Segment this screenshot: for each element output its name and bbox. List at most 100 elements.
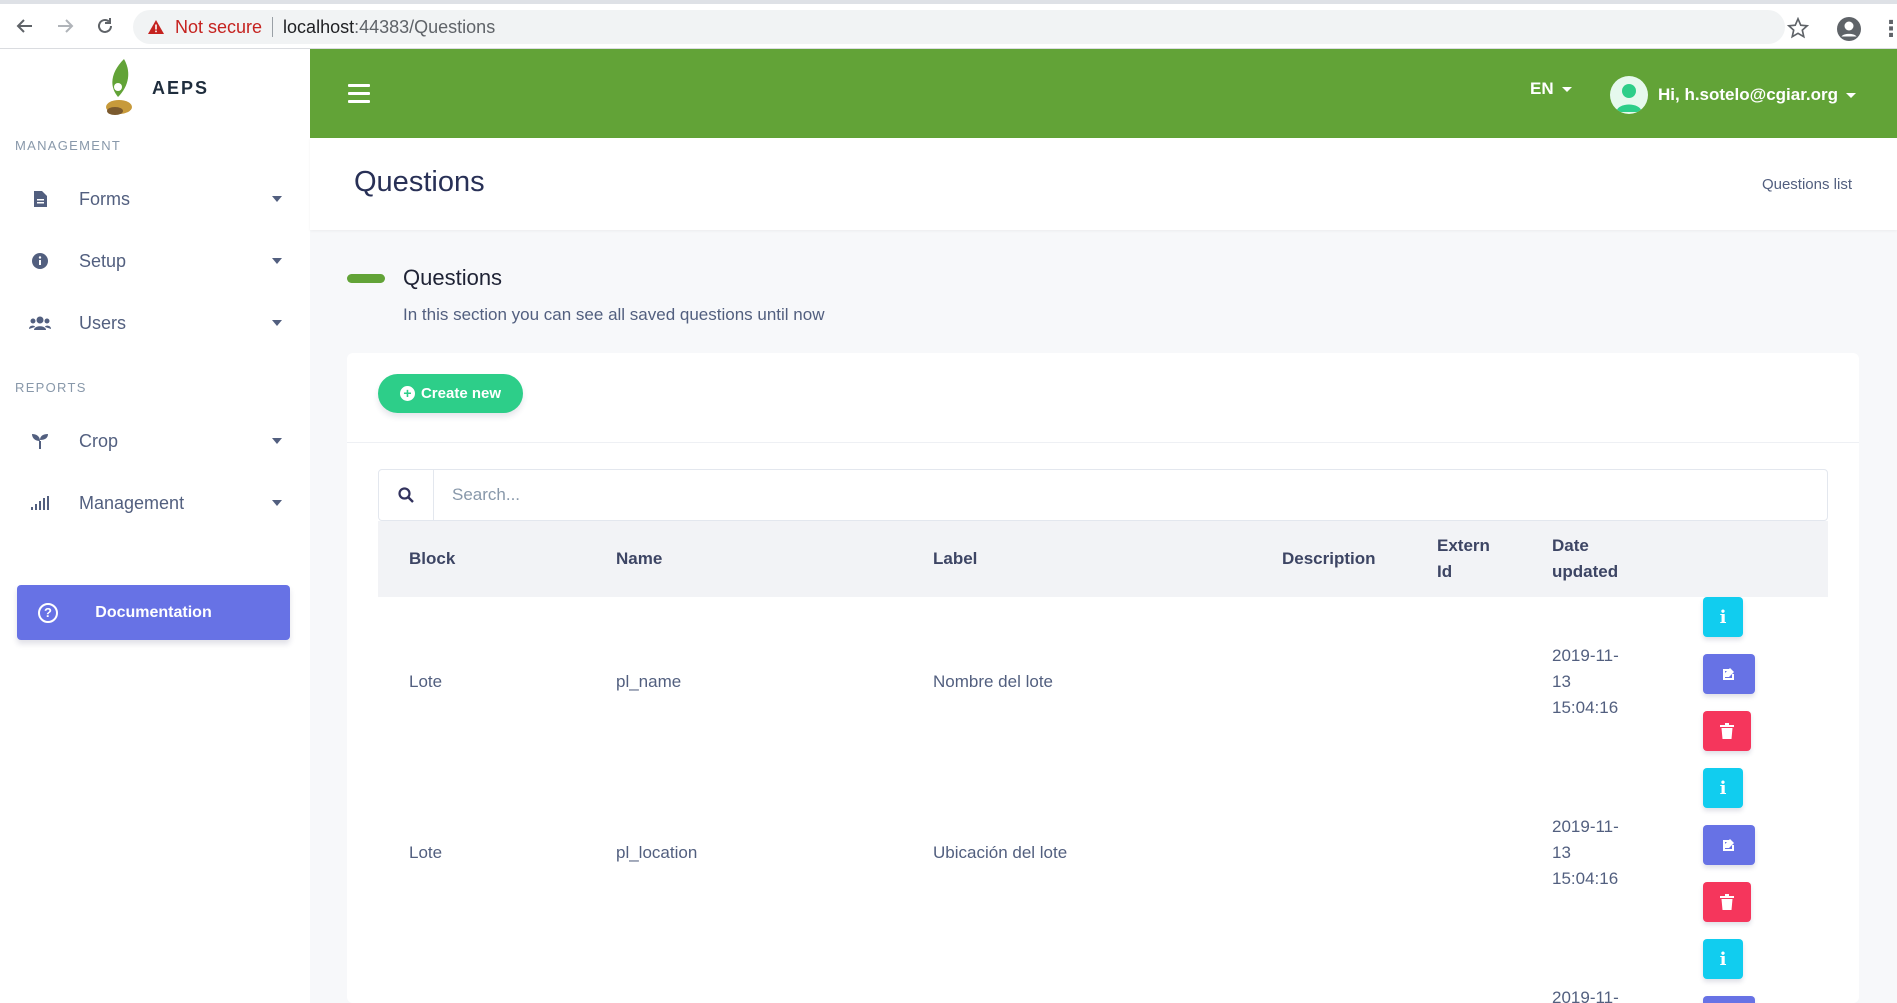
cell-name: pl_location — [616, 843, 698, 862]
column-header-block[interactable]: Block — [409, 546, 455, 572]
hamburger-menu-icon[interactable] — [348, 84, 370, 108]
account-icon[interactable] — [1836, 16, 1862, 42]
address-bar[interactable]: Not secure localhost:44383/Questions — [133, 10, 1785, 44]
edit-icon — [1723, 839, 1734, 851]
trash-icon — [1720, 894, 1734, 910]
edit-button[interactable] — [1703, 654, 1755, 694]
not-secure-label: Not secure — [175, 16, 263, 37]
details-button[interactable]: i — [1703, 768, 1743, 808]
documentation-label: Documentation — [95, 603, 212, 621]
section-title: Questions — [403, 265, 503, 290]
cell-block: Lote — [409, 672, 443, 691]
sidebar-item-management[interactable]: Management — [0, 481, 310, 525]
seedling-icon — [29, 432, 51, 450]
info-icon: i — [1719, 606, 1727, 628]
sidebar-item-users[interactable]: Users — [0, 301, 310, 345]
search-input[interactable] — [452, 485, 1752, 505]
user-avatar-icon — [1616, 84, 1642, 112]
column-header-text: Id — [1437, 562, 1453, 581]
date-text: 2019-11- — [1552, 817, 1619, 836]
edit-button[interactable] — [1703, 825, 1755, 865]
delete-button[interactable] — [1703, 711, 1751, 751]
delete-button[interactable] — [1703, 882, 1751, 922]
sidebar-item-label: Setup — [79, 250, 127, 271]
bookmark-star-icon[interactable] — [1787, 17, 1809, 39]
url-host: localhost — [283, 16, 355, 37]
management-section-title: MANAGEMENT — [15, 138, 122, 153]
section-subtitle: In this section you can see all saved qu… — [403, 305, 825, 324]
column-header-description[interactable]: Description — [1282, 546, 1376, 572]
date-text: 2019-11- — [1552, 988, 1619, 1003]
breadcrumb[interactable]: Questions list — [1762, 176, 1852, 193]
sidebar-item-setup[interactable]: Setup — [0, 239, 310, 283]
chevron-down-icon — [272, 320, 282, 326]
cell-label: Ubicación del lote — [933, 843, 1068, 862]
language-label: EN — [1530, 79, 1554, 98]
url-path: :44383/Questions — [354, 16, 496, 37]
documentation-button[interactable]: ? Documentation — [17, 585, 290, 640]
browser-menu-icon[interactable]: ⋮ — [1880, 16, 1897, 42]
date-text: 15:04:16 — [1552, 698, 1619, 717]
section-accent-bar — [347, 274, 385, 283]
logo[interactable]: AEPS — [104, 57, 209, 119]
column-header-date-updated[interactable]: Date updated — [1552, 533, 1618, 585]
chevron-down-icon — [272, 500, 282, 506]
chevron-down-icon — [272, 258, 282, 264]
page-header: Questions Questions list — [310, 138, 1897, 230]
column-header-extern-id[interactable]: Extern Id — [1437, 533, 1490, 585]
date-text: 13 — [1552, 672, 1571, 691]
warning-icon — [148, 20, 164, 34]
info-circle-icon — [29, 252, 51, 270]
edit-icon — [1723, 668, 1734, 680]
column-header-text: Extern — [1437, 536, 1490, 555]
search-icon — [379, 470, 434, 520]
cell-date-updated: 2019-11- 13 15:04:16 — [1552, 643, 1619, 721]
chevron-down-icon — [272, 438, 282, 444]
column-header-name[interactable]: Name — [616, 546, 662, 572]
cell-name: pl_name — [616, 672, 682, 691]
user-menu[interactable]: Hi, h.sotelo@cgiar.org — [1610, 76, 1856, 114]
file-icon — [29, 190, 51, 208]
browser-toolbar: Not secure localhost:44383/Questions ⋮ — [0, 0, 1897, 49]
avatar — [1610, 76, 1648, 114]
column-header-label[interactable]: Label — [933, 546, 977, 572]
sidebar-item-label: Users — [79, 312, 127, 333]
chevron-down-icon — [1846, 92, 1856, 98]
date-text: 15:04:16 — [1552, 869, 1619, 888]
table-header: Block Name Label Description Extern Id D… — [378, 521, 1828, 597]
plus-circle-icon: + — [399, 386, 415, 401]
create-new-button[interactable]: + Create new — [378, 374, 523, 413]
signal-icon — [29, 494, 51, 512]
user-greeting: Hi, h.sotelo@cgiar.org — [1658, 85, 1838, 104]
edit-button[interactable] — [1703, 996, 1755, 1003]
divider — [272, 17, 274, 37]
reports-section-title: REPORTS — [15, 380, 87, 395]
reload-icon[interactable] — [90, 11, 120, 41]
top-navbar: EN Hi, h.sotelo@cgiar.org — [310, 49, 1897, 138]
details-button[interactable]: i — [1703, 939, 1743, 979]
cell-block: Lote — [409, 843, 443, 862]
forward-arrow-icon[interactable] — [50, 11, 80, 41]
divider — [347, 442, 1859, 443]
leaf-logo-icon — [106, 59, 132, 115]
trash-icon — [1720, 723, 1734, 739]
info-icon: i — [1719, 948, 1727, 970]
cell-label: Nombre del lote — [933, 672, 1054, 691]
search-box — [378, 469, 1828, 521]
column-header-text: Date — [1552, 536, 1589, 555]
cell-date-updated: 2019-11- 13 15:04:16 — [1552, 814, 1619, 892]
sidebar-item-crop[interactable]: Crop — [0, 419, 310, 463]
back-arrow-icon[interactable] — [10, 11, 40, 41]
info-icon: i — [1719, 777, 1727, 799]
sidebar-item-label: Management — [79, 492, 185, 513]
questions-card: + Create new Block Name Label Descriptio… — [347, 353, 1859, 1003]
users-icon — [29, 314, 51, 332]
date-text: 2019-11- — [1552, 646, 1619, 665]
column-header-text: updated — [1552, 562, 1619, 581]
logo-text: AEPS — [152, 77, 210, 98]
sidebar: AEPS MANAGEMENT Forms Setup Users REPORT… — [0, 49, 310, 1003]
sidebar-item-forms[interactable]: Forms — [0, 177, 310, 221]
sidebar-item-label: Crop — [79, 430, 119, 451]
details-button[interactable]: i — [1703, 597, 1743, 637]
language-selector[interactable]: EN — [1530, 79, 1572, 99]
